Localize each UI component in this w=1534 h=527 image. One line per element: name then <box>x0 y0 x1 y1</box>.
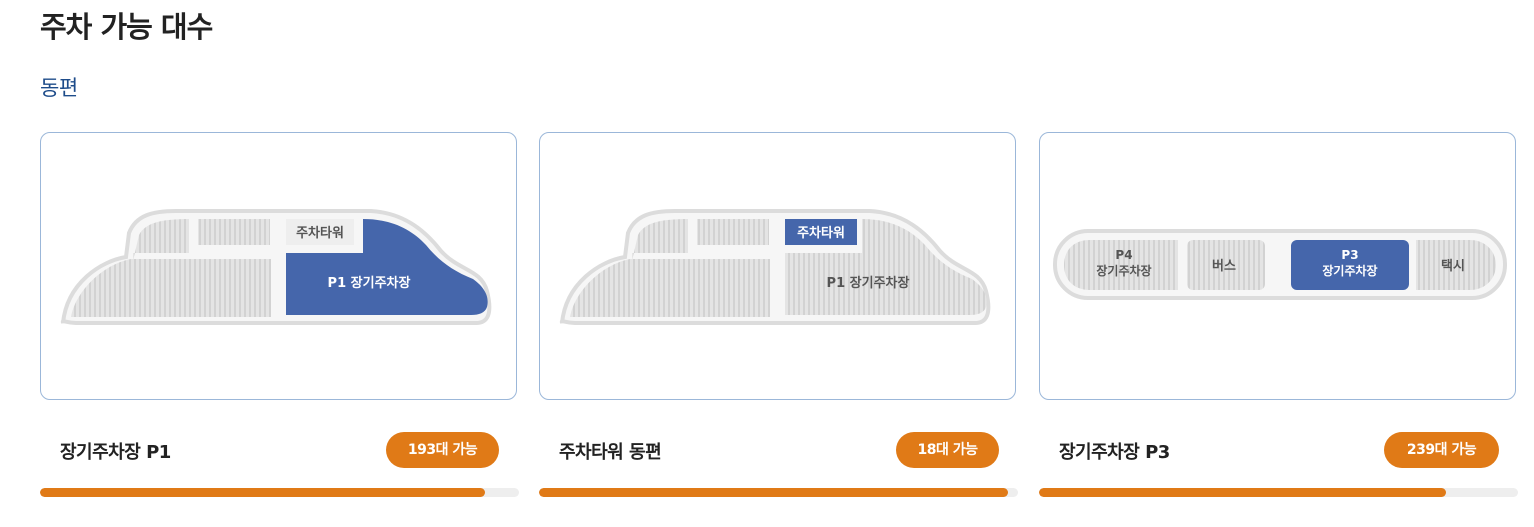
bus-label: 버스 <box>1212 258 1236 274</box>
p3-label-line2: 장기주차장 <box>1322 263 1377 278</box>
parking-card-p3[interactable]: P4 장기주차장 버스 P3 장기주차장 택시 <box>1039 132 1516 400</box>
taxi-label: 택시 <box>1441 258 1465 274</box>
availability-badge: 18대 가능 <box>896 432 999 468</box>
p1-zone-label: P1 장기주차장 <box>328 275 411 291</box>
parking-name: 장기주차장 P1 <box>60 442 171 463</box>
parking-map-p1: 주차타워 P1 장기주차장 <box>60 209 492 325</box>
availability-badge: 193대 가능 <box>386 432 499 468</box>
progress-fill <box>40 488 486 497</box>
section-title: 동편 <box>40 76 78 100</box>
parking-info-p1: 장기주차장 P1 193대 가능 <box>40 430 519 470</box>
availability-progress-p3 <box>1039 488 1518 497</box>
progress-fill <box>539 488 1009 497</box>
p4-label-line2: 장기주차장 <box>1096 263 1151 278</box>
progress-fill <box>1039 488 1447 497</box>
parking-name: 장기주차장 P3 <box>1059 442 1170 463</box>
page-title: 주차 가능 대수 <box>40 10 213 44</box>
parking-info-tower: 주차타워 동편 18대 가능 <box>539 430 1018 470</box>
p1-zone-label: P1 장기주차장 <box>827 275 910 291</box>
tower-label: 주차타워 <box>296 225 344 241</box>
p4-label-line1: P4 <box>1115 248 1132 262</box>
parking-map-p3: P4 장기주차장 버스 P3 장기주차장 택시 <box>1053 229 1507 300</box>
tower-label: 주차타워 <box>797 225 845 241</box>
parking-map-tower: 주차타워 P1 장기주차장 <box>559 209 991 325</box>
parking-name: 주차타워 동편 <box>559 442 662 463</box>
availability-badge: 239대 가능 <box>1384 432 1499 468</box>
p3-label-line1: P3 <box>1341 248 1358 262</box>
availability-progress-p1 <box>40 488 519 497</box>
parking-info-p3: 장기주차장 P3 239대 가능 <box>1039 430 1518 470</box>
availability-progress-tower <box>539 488 1018 497</box>
parking-card-p1[interactable]: 주차타워 P1 장기주차장 <box>40 132 517 400</box>
parking-card-tower[interactable]: 주차타워 P1 장기주차장 <box>539 132 1016 400</box>
